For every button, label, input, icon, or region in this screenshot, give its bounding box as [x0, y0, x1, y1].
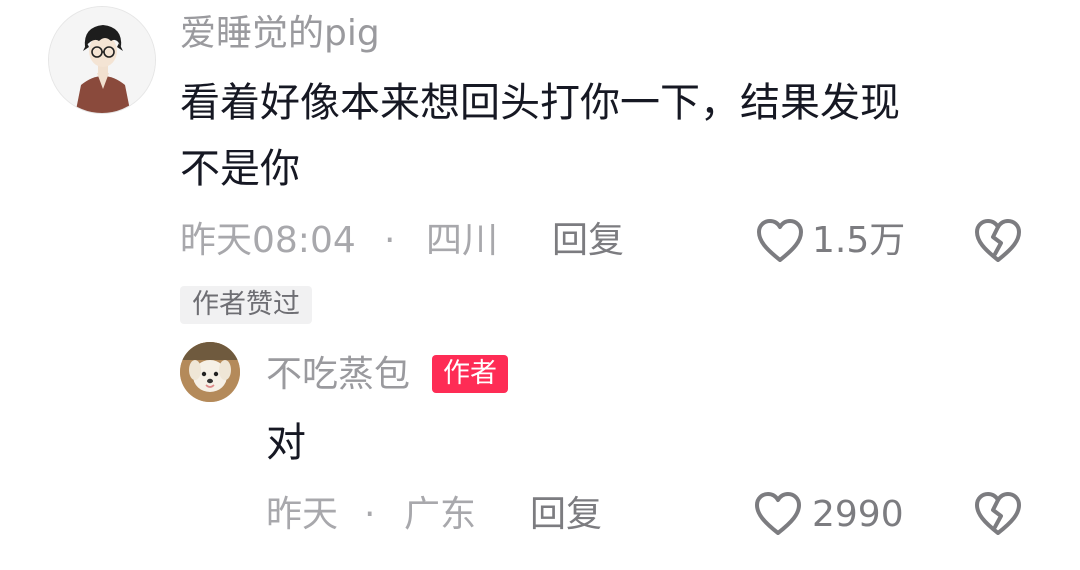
author-badge: 作者 — [432, 355, 508, 393]
reply-like-count: 2990 — [812, 494, 904, 535]
commenter-avatar[interactable] — [48, 6, 156, 114]
reply-reply-button[interactable]: 回复 — [530, 497, 602, 533]
broken-heart-icon[interactable] — [974, 218, 1022, 264]
reply-broken-heart-icon[interactable] — [974, 491, 1022, 537]
author-liked-tag: 作者赞过 — [180, 286, 312, 324]
comment-time: 昨天08:04 — [180, 220, 356, 261]
reply-username[interactable]: 不吃蒸包 — [266, 357, 410, 393]
comment-text-line-2: 不是你 — [180, 146, 300, 192]
heart-outline-icon[interactable] — [756, 218, 804, 264]
reply-time: 昨天 — [266, 494, 339, 535]
reply-text: 对 — [266, 420, 306, 466]
reply-location: 广东 — [404, 494, 477, 535]
comment-location: 四川 — [426, 220, 499, 261]
meta-separator: · — [384, 220, 396, 261]
comment-text-line-1: 看着好像本来想回头打你一下，结果发现 — [180, 80, 900, 126]
reply-avatar[interactable] — [180, 342, 240, 402]
reply-heart-outline-icon[interactable] — [754, 491, 802, 537]
commenter-username[interactable]: 爱睡觉的pig — [180, 16, 380, 52]
like-count: 1.5万 — [812, 220, 906, 261]
reply-button[interactable]: 回复 — [552, 223, 624, 259]
reply-meta-separator: · — [364, 494, 376, 535]
